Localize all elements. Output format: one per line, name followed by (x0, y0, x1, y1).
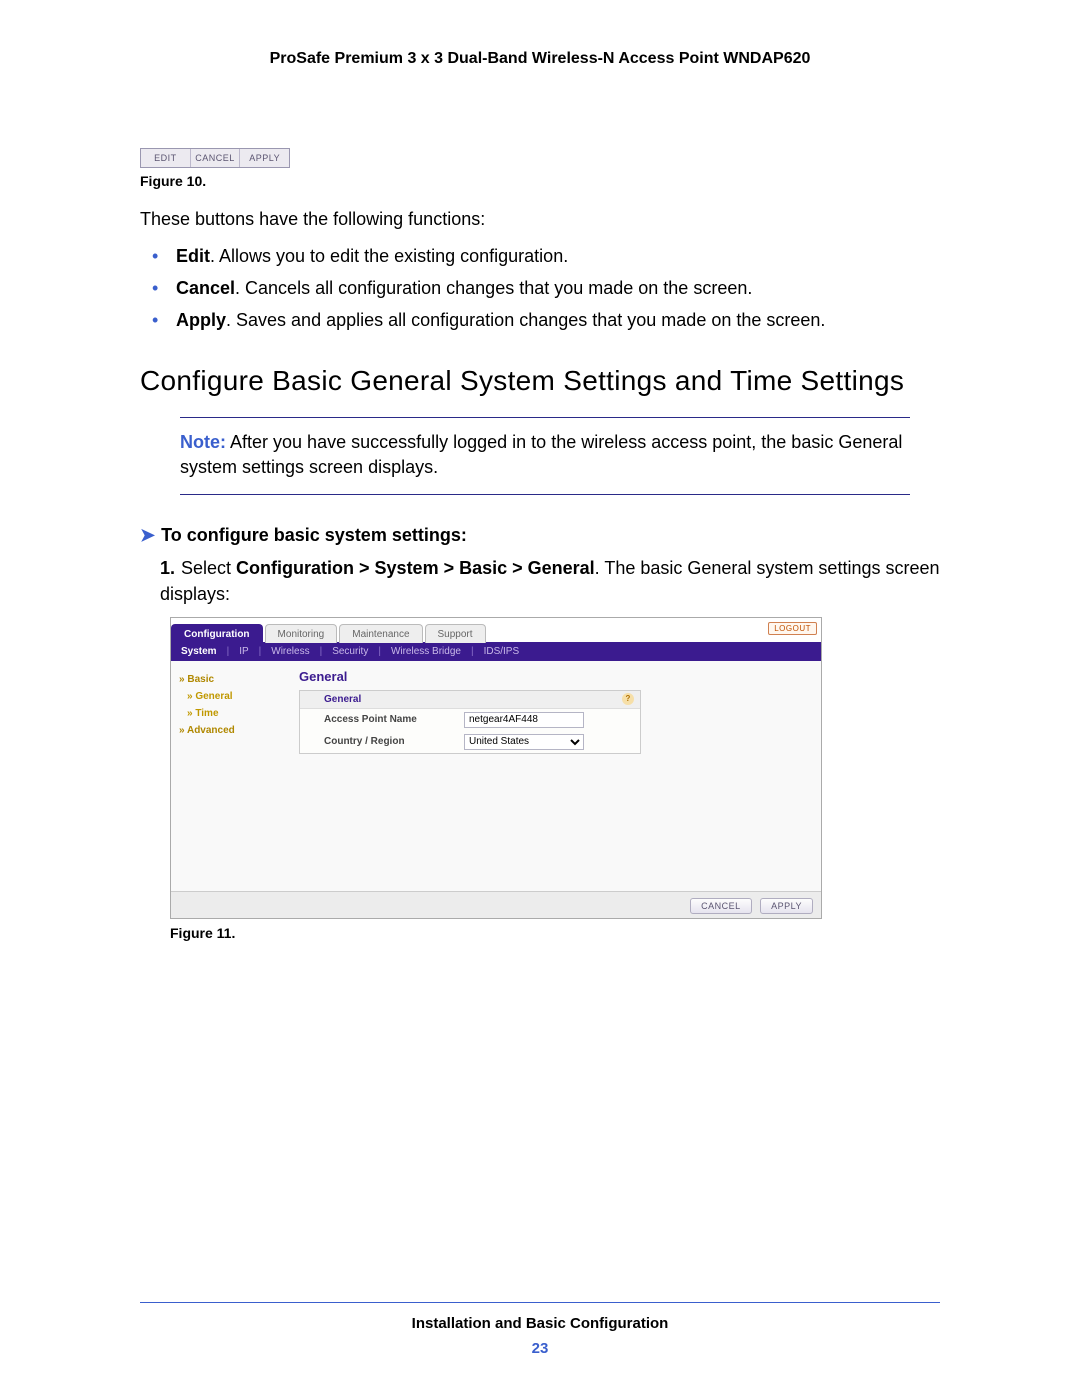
document-header: ProSafe Premium 3 x 3 Dual-Band Wireless… (140, 50, 940, 68)
bullet-bold: Cancel (176, 278, 235, 298)
apply-button[interactable]: APPLY (240, 149, 289, 167)
step-1: 1. Select Configuration > System > Basic … (160, 556, 940, 606)
sidebar-label: Time (195, 708, 218, 719)
footer-rule (140, 1302, 940, 1303)
bullet-bold: Edit (176, 246, 210, 266)
subnav-security[interactable]: Security (330, 646, 370, 657)
tab-monitoring[interactable]: Monitoring (265, 624, 338, 643)
bullet-text: . Saves and applies all configuration ch… (226, 310, 825, 330)
access-point-name-input[interactable] (464, 712, 584, 728)
tab-maintenance[interactable]: Maintenance (339, 624, 422, 643)
country-region-select[interactable]: United States (464, 734, 584, 750)
subnav-wireless-bridge[interactable]: Wireless Bridge (389, 646, 463, 657)
subnav-ip[interactable]: IP (237, 646, 250, 657)
chevron-icon: ➤ (140, 525, 155, 545)
step-path: Configuration > System > Basic > General (236, 558, 595, 578)
section-heading: Configure Basic General System Settings … (140, 365, 940, 397)
page-number: 23 (0, 1340, 1080, 1357)
sidebar-label: General (195, 691, 232, 702)
list-item: Apply. Saves and applies all configurati… (170, 307, 940, 335)
cancel-button[interactable]: CANCEL (191, 149, 241, 167)
separator: | (225, 646, 232, 657)
document-page: ProSafe Premium 3 x 3 Dual-Band Wireless… (0, 0, 1080, 1397)
settings-box: General ? Access Point Name Country / Re… (299, 690, 641, 754)
step-number: 1. (160, 558, 175, 578)
procedure-heading: ➤ To configure basic system settings: (140, 525, 940, 546)
ui-body: » Basic » General » Time » Advanced Gene… (171, 661, 821, 891)
logout-button[interactable]: LOGOUT (768, 622, 817, 635)
bullet-text: . Allows you to edit the existing config… (210, 246, 568, 266)
label-country: Country / Region (324, 736, 464, 747)
help-icon[interactable]: ? (622, 693, 634, 705)
note-block: Note: After you have successfully logged… (180, 417, 910, 495)
box-header: General ? (300, 691, 640, 709)
tab-support[interactable]: Support (425, 624, 486, 643)
subnav-ids-ips[interactable]: IDS/IPS (482, 646, 522, 657)
bullet-bold: Apply (176, 310, 226, 330)
ui-screenshot: Configuration Monitoring Maintenance Sup… (170, 617, 822, 919)
panel-title: General (299, 669, 809, 684)
ui-footer: CANCEL APPLY (171, 891, 821, 918)
edit-button[interactable]: EDIT (141, 149, 191, 167)
separator: | (318, 646, 325, 657)
sidebar-label: Basic (187, 674, 214, 685)
sidebar-group-advanced[interactable]: » Advanced (179, 722, 279, 739)
footer-title: Installation and Basic Configuration (0, 1315, 1080, 1332)
subnav-wireless[interactable]: Wireless (269, 646, 311, 657)
separator: | (257, 646, 264, 657)
separator: | (376, 646, 383, 657)
cancel-button[interactable]: CANCEL (690, 898, 752, 914)
document-footer: Installation and Basic Configuration 23 (0, 1302, 1080, 1357)
separator: | (469, 646, 476, 657)
subnav-system[interactable]: System (179, 646, 219, 657)
sidebar-label: Advanced (187, 725, 235, 736)
ui-tabs: Configuration Monitoring Maintenance Sup… (171, 618, 821, 642)
label-ap-name: Access Point Name (324, 714, 464, 725)
intro-paragraph: These buttons have the following functio… (140, 207, 940, 231)
procedure-title: To configure basic system settings: (161, 525, 467, 545)
sidebar-group-basic[interactable]: » Basic (179, 671, 279, 688)
row-country-region: Country / Region United States (300, 731, 640, 753)
step-select-label: Select (181, 558, 236, 578)
ui-main: General General ? Access Point Name Coun… (287, 661, 821, 891)
row-access-point-name: Access Point Name (300, 709, 640, 731)
bullet-text: . Cancels all configuration changes that… (235, 278, 752, 298)
sidebar-item-time[interactable]: » Time (179, 705, 279, 722)
list-item: Edit. Allows you to edit the existing co… (170, 243, 940, 271)
list-item: Cancel. Cancels all configuration change… (170, 275, 940, 303)
tab-configuration[interactable]: Configuration (171, 624, 263, 643)
figure10-caption: Figure 10. (140, 173, 940, 189)
box-title: General (324, 694, 361, 705)
apply-button[interactable]: APPLY (760, 898, 813, 914)
ui-subnav: System | IP | Wireless | Security | Wireless… (171, 642, 821, 661)
figure10-buttonbar: EDIT CANCEL APPLY (140, 148, 290, 168)
sidebar-item-general[interactable]: » General (179, 688, 279, 705)
note-label: Note: (180, 432, 226, 452)
figure11-caption: Figure 11. (170, 925, 940, 941)
ui-sidebar: » Basic » General » Time » Advanced (171, 661, 287, 891)
button-functions-list: Edit. Allows you to edit the existing co… (140, 243, 940, 335)
note-text: After you have successfully logged in to… (180, 432, 902, 477)
